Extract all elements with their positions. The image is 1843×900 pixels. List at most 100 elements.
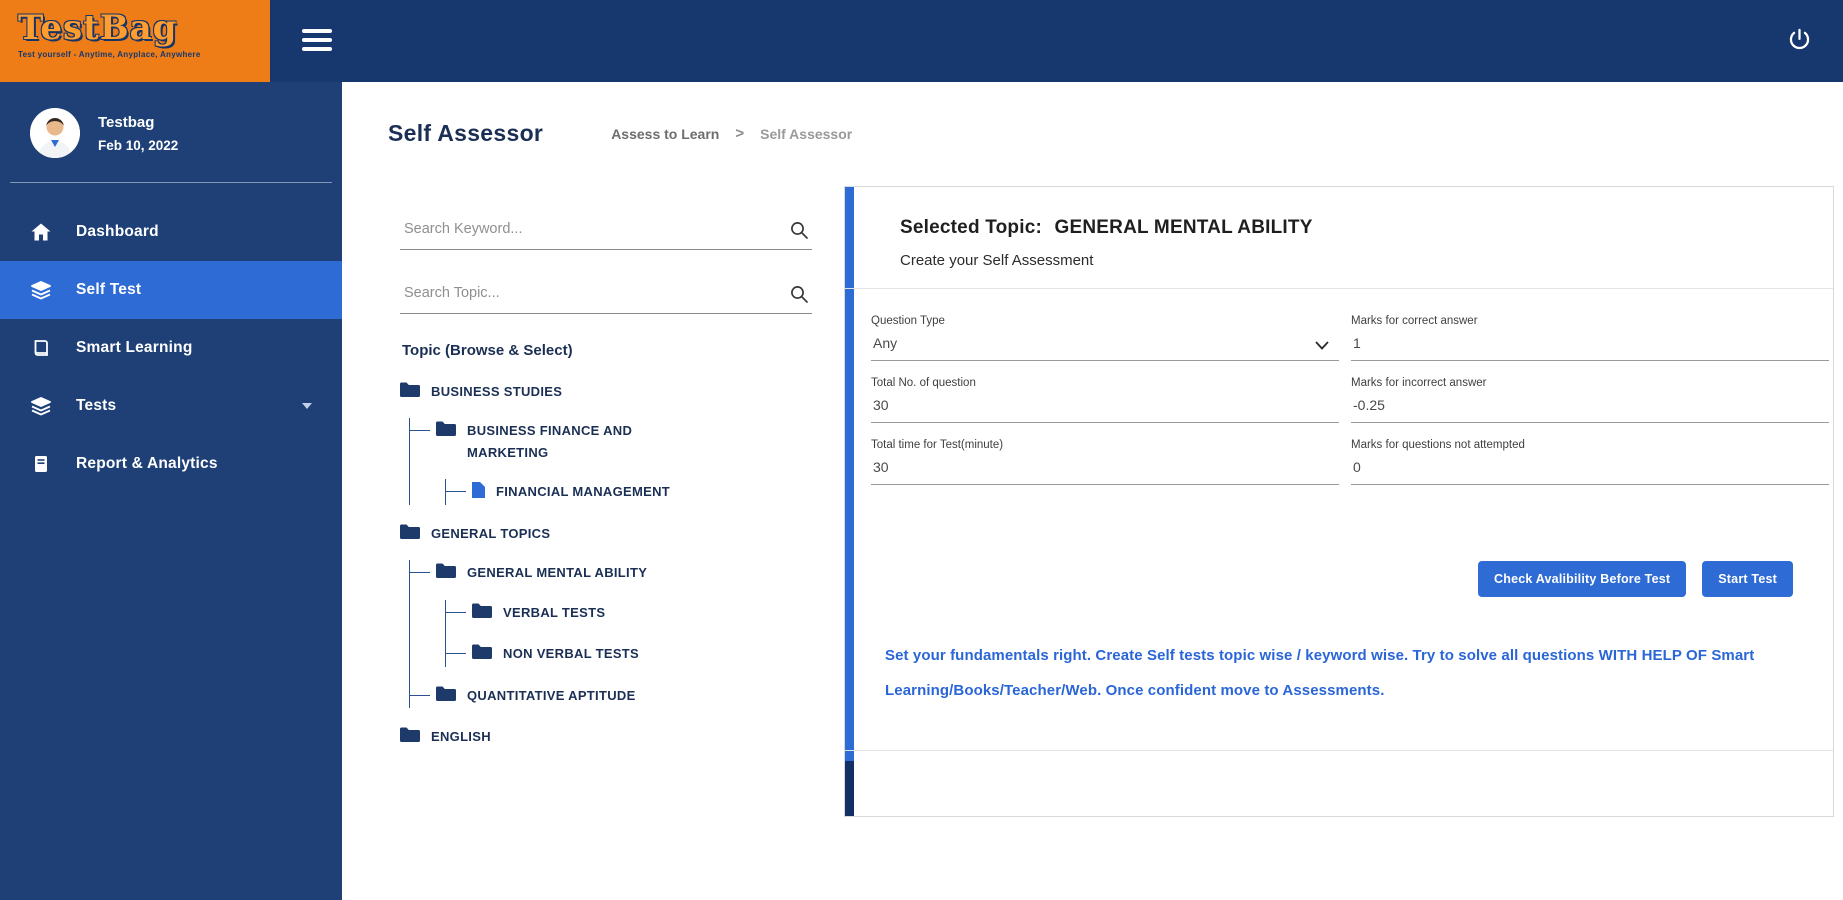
page-title: Self Assessor xyxy=(388,120,544,146)
hamburger-menu-icon[interactable] xyxy=(302,29,332,56)
tree-node-financial-management[interactable]: FINANCIAL MANAGEMENT xyxy=(446,479,812,504)
sidebar: Testbag Feb 10, 2022 Dashboard Self Test xyxy=(0,82,342,900)
breadcrumb-current: Self Assessor xyxy=(760,125,853,142)
topic-browser-panel: Topic (Browse & Select) BUSINESS STUDIES xyxy=(400,212,812,765)
divider xyxy=(845,288,1833,289)
field-marks-incorrect: Marks for incorrect answer -0.25 xyxy=(1351,377,1829,423)
instructions-note: Set your fundamentals right. Create Self… xyxy=(885,647,1755,699)
field-label: Marks for correct answer xyxy=(1351,315,1478,327)
tree-node-label: FINANCIAL MANAGEMENT xyxy=(496,484,671,500)
selected-topic-label: Selected Topic: xyxy=(900,217,1043,238)
field-label: Total No. of question xyxy=(871,377,976,389)
logo-tagline: Test yourself - Anytime, Anyplace, Anywh… xyxy=(18,50,201,60)
tree-node-label: VERBAL TESTS xyxy=(503,604,606,620)
field-total-questions: Total No. of question 30 xyxy=(871,377,1339,423)
profile-text: Testbag Feb 10, 2022 xyxy=(98,114,178,153)
main-content: Self Assessor Assess to Learn > Self Ass… xyxy=(342,82,1843,900)
sidebar-item-tests[interactable]: Tests xyxy=(0,377,342,435)
sidebar-menu: Dashboard Self Test Smart Learning Tests… xyxy=(0,203,342,493)
sidebar-divider xyxy=(10,182,332,183)
field-marks-correct: Marks for correct answer 1 xyxy=(1351,315,1829,361)
file-icon xyxy=(472,482,485,499)
tree-node-label: NON VERBAL TESTS xyxy=(503,646,640,662)
field-label: Marks for incorrect answer xyxy=(1351,377,1487,389)
field-marks-not-attempted: Marks for questions not attempted 0 xyxy=(1351,439,1829,485)
sidebar-item-label: Report & Analytics xyxy=(76,455,218,472)
tree-node-general-topics[interactable]: GENERAL TOPICS xyxy=(400,521,812,546)
folder-icon xyxy=(400,382,420,397)
tree-node-business-studies[interactable]: BUSINESS STUDIES xyxy=(400,379,812,404)
top-header: TestBag Test yourself - Anytime, Anyplac… xyxy=(0,0,1843,82)
profile-name: Testbag xyxy=(98,113,155,131)
tree-node-label: ENGLISH xyxy=(431,728,491,744)
check-availability-button[interactable]: Check Avalibility Before Test xyxy=(1478,561,1687,597)
sidebar-item-self-test[interactable]: Self Test xyxy=(0,261,342,319)
breadcrumb: Assess to Learn > Self Assessor xyxy=(611,125,852,142)
tree-node-label: GENERAL TOPICS xyxy=(431,525,551,541)
start-test-button[interactable]: Start Test xyxy=(1702,561,1793,597)
field-label: Marks for questions not attempted xyxy=(1351,439,1525,451)
card-subtitle: Create your Self Assessment xyxy=(900,252,1094,269)
sidebar-item-label: Self Test xyxy=(76,281,142,298)
divider xyxy=(845,750,1833,751)
tree-node-label: BUSINESS STUDIES xyxy=(431,384,563,399)
sidebar-item-report-analytics[interactable]: Report & Analytics xyxy=(0,435,342,493)
selected-topic-value: GENERAL MENTAL ABILITY xyxy=(1054,217,1313,238)
tree-node-business-finance-and-marketing[interactable]: BUSINESS FINANCE AND MARKETING xyxy=(410,418,812,465)
marks-incorrect-input[interactable]: -0.25 xyxy=(1351,397,1829,423)
report-icon xyxy=(30,455,52,473)
tree-node-english[interactable]: ENGLISH xyxy=(400,724,812,749)
search-icon[interactable] xyxy=(790,285,808,308)
tree-node-quantitative-aptitude[interactable]: QUANTITATIVE APTITUDE xyxy=(410,683,812,708)
total-time-input[interactable]: 30 xyxy=(871,459,1339,485)
self-assessment-card: Selected Topic: GENERAL MENTAL ABILITY C… xyxy=(844,186,1834,817)
sidebar-item-dashboard[interactable]: Dashboard xyxy=(0,203,342,261)
field-total-time: Total time for Test(minute) 30 xyxy=(871,439,1339,485)
page-header: Self Assessor Assess to Learn > Self Ass… xyxy=(388,120,852,147)
selected-topic: Selected Topic: GENERAL MENTAL ABILITY xyxy=(900,217,1833,239)
sidebar-item-label: Tests xyxy=(76,397,117,414)
tree-node-general-mental-ability[interactable]: GENERAL MENTAL ABILITY xyxy=(410,560,812,585)
search-icon[interactable] xyxy=(790,221,808,244)
folder-icon xyxy=(436,421,456,437)
chevron-down-icon xyxy=(302,403,312,409)
profile-date: Feb 10, 2022 xyxy=(98,137,179,153)
folder-icon xyxy=(400,524,420,539)
folder-icon xyxy=(400,727,420,742)
avatar xyxy=(30,108,80,158)
home-icon xyxy=(30,223,52,241)
marks-not-attempted-input[interactable]: 0 xyxy=(1351,459,1829,485)
folder-icon xyxy=(436,563,456,579)
folder-icon xyxy=(436,686,456,701)
chevron-down-icon[interactable] xyxy=(1315,337,1329,355)
layers-icon xyxy=(30,396,52,416)
book-icon xyxy=(30,339,52,357)
sidebar-item-smart-learning[interactable]: Smart Learning xyxy=(0,319,342,377)
search-keyword-input[interactable] xyxy=(402,220,778,238)
action-buttons: Check Avalibility Before Test Start Test xyxy=(845,561,1793,597)
total-questions-input[interactable]: 30 xyxy=(871,397,1339,423)
question-type-select[interactable]: Any xyxy=(871,335,1339,361)
field-label: Total time for Test(minute) xyxy=(871,439,1004,451)
folder-icon xyxy=(472,644,492,660)
tree-node-non-verbal-tests[interactable]: NON VERBAL TESTS xyxy=(446,641,812,666)
testbag-logo[interactable]: TestBag Test yourself - Anytime, Anyplac… xyxy=(0,0,270,82)
marks-correct-input[interactable]: 1 xyxy=(1351,335,1829,361)
layers-icon xyxy=(30,280,52,300)
search-keyword-field xyxy=(400,212,812,250)
topic-tree: BUSINESS STUDIES BUSINESS FINANCE AND MA… xyxy=(400,379,812,749)
tree-node-label: GENERAL MENTAL ABILITY xyxy=(467,565,648,581)
profile-block: Testbag Feb 10, 2022 xyxy=(0,82,342,158)
logout-power-icon[interactable] xyxy=(1786,27,1813,59)
tree-node-verbal-tests[interactable]: VERBAL TESTS xyxy=(446,600,812,625)
tree-node-label: BUSINESS FINANCE AND MARKETING xyxy=(467,423,633,460)
breadcrumb-parent[interactable]: Assess to Learn xyxy=(611,126,719,142)
tree-heading: Topic (Browse & Select) xyxy=(402,342,573,359)
assessment-form: Question Type Any Marks for correct answ… xyxy=(871,315,1833,485)
folder-icon xyxy=(472,603,492,618)
logo-title: TestBag xyxy=(18,8,178,48)
search-topic-field xyxy=(400,276,812,314)
sidebar-item-label: Smart Learning xyxy=(76,339,193,356)
search-topic-input[interactable] xyxy=(402,284,778,302)
field-question-type: Question Type Any xyxy=(871,315,1339,361)
